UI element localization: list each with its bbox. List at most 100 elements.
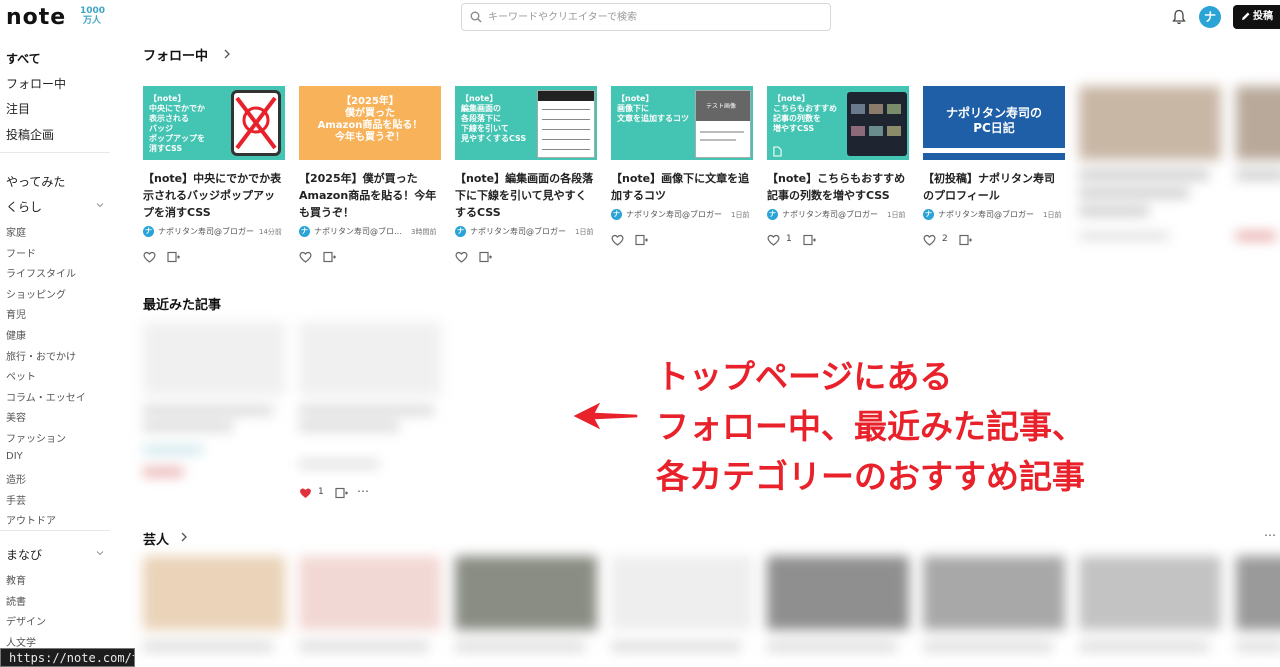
sidebar-item-kurashi-sub[interactable]: DIY bbox=[6, 451, 23, 462]
heart-icon[interactable] bbox=[767, 234, 780, 246]
blurred-card[interactable] bbox=[611, 556, 753, 667]
article-card[interactable]: 【note】 編集画面の 各段落下に 下線を引いて 見やすくするCSS 【note】編集… bbox=[455, 86, 597, 266]
sidebar-item-manabi-sub[interactable]: デザイン bbox=[6, 613, 46, 628]
magazine-add-icon[interactable] bbox=[803, 234, 816, 246]
sidebar-item-kurashi-sub[interactable]: ショッピング bbox=[6, 286, 66, 301]
sidebar-item-top[interactable]: すべて bbox=[6, 50, 41, 67]
sidebar-item-kurashi-sub[interactable]: 旅行・おでかけ bbox=[6, 348, 76, 363]
heart-icon[interactable] bbox=[611, 234, 624, 246]
article-meta: ナ ナポリタン寿司@ブロガー 14分前 bbox=[143, 226, 293, 238]
article-title[interactable]: 【note】画像下に文章を追加するコツ bbox=[611, 170, 753, 204]
sidebar-item-manabi-sub[interactable]: 読書 bbox=[6, 593, 26, 608]
blurred-card[interactable] bbox=[1236, 86, 1280, 266]
blurred-recent-card[interactable] bbox=[143, 322, 285, 482]
article-title[interactable]: 【note】こちらもおすすめ記事の列数を増やすCSS bbox=[767, 170, 909, 204]
magazine-add-icon[interactable] bbox=[323, 251, 336, 263]
article-card[interactable]: 【note】 こちらもおすすめ 記事の列数を 増やすCSS 【note】こちらもおすす… bbox=[767, 86, 909, 266]
blurred-card[interactable] bbox=[1079, 556, 1221, 667]
heart-icon[interactable] bbox=[455, 251, 468, 263]
blurred-card[interactable] bbox=[923, 556, 1065, 667]
author-avatar[interactable]: ナ bbox=[767, 209, 778, 220]
article-card[interactable]: 【2025年】 僕が買った Amazon商品を貼る！ 今年も買うぞ！ 【2025年】僕… bbox=[299, 86, 441, 266]
article-card[interactable]: 【note】 中央にでかでか 表示される バッジ ポップアップを 消すCSS 【note】… bbox=[143, 86, 285, 266]
article-thumbnail[interactable]: 【note】 編集画面の 各段落下に 下線を引いて 見やすくするCSS bbox=[455, 86, 597, 160]
author-avatar[interactable]: ナ bbox=[455, 226, 466, 237]
thumb-text: 消すCSS bbox=[149, 144, 183, 153]
sidebar-item-kurashi-sub[interactable]: ペット bbox=[6, 368, 36, 383]
author-avatar[interactable]: ナ bbox=[299, 226, 310, 237]
article-thumbnail[interactable]: 【note】 こちらもおすすめ 記事の列数を 増やすCSS bbox=[767, 86, 909, 160]
blurred-recent-card[interactable] bbox=[299, 322, 441, 472]
bell-icon[interactable] bbox=[1172, 9, 1186, 25]
author-avatar[interactable]: ナ bbox=[923, 209, 934, 220]
author-avatar[interactable]: ナ bbox=[611, 209, 622, 220]
blurred-card[interactable] bbox=[143, 556, 285, 667]
sidebar-item-top[interactable]: 投稿企画 bbox=[6, 126, 54, 143]
magazine-add-icon[interactable] bbox=[635, 234, 648, 246]
heart-filled-icon[interactable] bbox=[299, 487, 312, 499]
magazine-add-icon[interactable] bbox=[959, 234, 972, 246]
chevron-down-icon[interactable] bbox=[96, 201, 104, 209]
blurred-card[interactable] bbox=[1236, 556, 1280, 667]
article-thumbnail[interactable]: テスト画像 【note】 画像下に 文章を追加するコツ bbox=[611, 86, 753, 160]
sidebar-item-yattemita[interactable]: やってみた bbox=[6, 173, 65, 190]
sidebar-item-kurashi-sub[interactable]: ライフスタイル bbox=[6, 265, 76, 280]
blurred-card[interactable] bbox=[1079, 86, 1221, 266]
chevron-down-icon[interactable] bbox=[96, 549, 104, 557]
article-thumbnail[interactable]: 【note】 中央にでかでか 表示される バッジ ポップアップを 消すCSS bbox=[143, 86, 285, 160]
article-title[interactable]: 【note】中央にでかでか表示されるバッジポップアップを消すCSS bbox=[143, 170, 285, 221]
magazine-add-icon[interactable] bbox=[167, 251, 180, 263]
blurred-card[interactable] bbox=[767, 556, 909, 667]
article-card[interactable]: ナポリタン寿司の PC日記 【初投稿】ナポリタン寿司のプロフィール ナ ナポリタン… bbox=[923, 86, 1065, 266]
section-title-recent[interactable]: 最近みた記事 bbox=[143, 294, 221, 313]
sidebar-item-kurashi-sub[interactable]: 育児 bbox=[6, 306, 26, 321]
blurred-card[interactable] bbox=[299, 556, 441, 667]
article-actions bbox=[299, 251, 379, 265]
magazine-add-icon[interactable] bbox=[335, 487, 348, 499]
article-meta: ナ ナポリタン寿司@ブロガー 1日前 bbox=[923, 209, 1073, 221]
author-name[interactable]: ナポリタン寿司@ブロガー bbox=[314, 226, 408, 237]
heart-icon[interactable] bbox=[299, 251, 312, 263]
sidebar-item-manabi[interactable]: まなび bbox=[6, 546, 42, 563]
article-title[interactable]: 【初投稿】ナポリタン寿司のプロフィール bbox=[923, 170, 1065, 204]
article-title[interactable]: 【note】編集画面の各段落下に下線を引いて見やすくするCSS bbox=[455, 170, 597, 221]
sidebar-item-manabi-sub[interactable]: 人文学 bbox=[6, 634, 36, 649]
sidebar-item-top[interactable]: フォロー中 bbox=[6, 75, 66, 92]
author-name[interactable]: ナポリタン寿司@ブロガー bbox=[782, 209, 884, 220]
sidebar-item-kurashi-sub[interactable]: 手芸 bbox=[6, 492, 26, 507]
sidebar-item-kurashi-sub[interactable]: ファッション bbox=[6, 430, 66, 445]
sidebar-item-manabi-sub[interactable]: 教育 bbox=[6, 572, 26, 587]
sidebar-item-kurashi-sub[interactable]: フード bbox=[6, 245, 36, 260]
article-title[interactable]: 【2025年】僕が買ったAmazon商品を貼る！今年も買うぞ！ bbox=[299, 170, 441, 221]
author-name[interactable]: ナポリタン寿司@ブロガー bbox=[626, 209, 728, 220]
author-avatar[interactable]: ナ bbox=[143, 226, 154, 237]
search-box[interactable] bbox=[461, 3, 831, 31]
article-thumbnail[interactable]: ナポリタン寿司の PC日記 bbox=[923, 86, 1065, 160]
heart-icon[interactable] bbox=[143, 251, 156, 263]
article-thumbnail[interactable]: 【2025年】 僕が買った Amazon商品を貼る！ 今年も買うぞ！ bbox=[299, 86, 441, 160]
search-input[interactable] bbox=[488, 8, 818, 26]
author-name[interactable]: ナポリタン寿司@ブロガー bbox=[938, 209, 1040, 220]
sidebar-item-kurashi-sub[interactable]: 美容 bbox=[6, 409, 26, 424]
sidebar-item-kurashi-sub[interactable]: 造形 bbox=[6, 471, 26, 486]
heart-icon[interactable] bbox=[923, 234, 936, 246]
author-name[interactable]: ナポリタン寿司@ブロガー bbox=[158, 226, 256, 237]
sidebar-item-kurashi-sub[interactable]: アウトドア bbox=[6, 512, 56, 527]
blurred-card[interactable] bbox=[455, 556, 597, 667]
article-card[interactable]: テスト画像 【note】 画像下に 文章を追加するコツ 【note】画像下に文章を追… bbox=[611, 86, 753, 266]
user-avatar[interactable]: ナ bbox=[1199, 6, 1221, 28]
chevron-right-icon[interactable] bbox=[180, 532, 188, 542]
more-options-icon[interactable]: ⋯ bbox=[1264, 528, 1276, 542]
sidebar-item-kurashi-sub[interactable]: 家庭 bbox=[6, 224, 26, 239]
more-options-icon[interactable]: ⋯ bbox=[357, 484, 369, 498]
author-name[interactable]: ナポリタン寿司@ブロガー bbox=[470, 226, 572, 237]
sidebar-item-kurashi[interactable]: くらし bbox=[6, 198, 42, 215]
note-logo[interactable]: note bbox=[6, 5, 66, 30]
chevron-right-icon[interactable] bbox=[223, 49, 231, 59]
section-title-following[interactable]: フォロー中 bbox=[143, 45, 208, 64]
sidebar-item-kurashi-sub[interactable]: コラム・エッセイ bbox=[6, 389, 86, 404]
sidebar-item-top[interactable]: 注目 bbox=[6, 100, 30, 117]
magazine-add-icon[interactable] bbox=[479, 251, 492, 263]
sidebar-item-kurashi-sub[interactable]: 健康 bbox=[6, 327, 26, 342]
section-title-geinin[interactable]: 芸人 bbox=[143, 529, 169, 548]
